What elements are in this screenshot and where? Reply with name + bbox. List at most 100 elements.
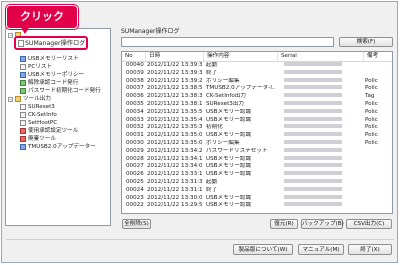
tree-item-label: USBメモリーリスト	[28, 56, 79, 62]
redacted-serial	[284, 108, 342, 113]
cell-datetime: 2012/11/22 13:31:10	[147, 186, 202, 193]
tree-item-operation-log[interactable]: SUManager操作ログ	[14, 36, 88, 50]
table-row[interactable]: 00027 2012/11/22 13:34:00 USBメモリー認識	[122, 163, 392, 171]
exit-button[interactable]: 終了(X)	[348, 244, 392, 255]
collapse-icon[interactable]: −	[8, 96, 13, 102]
table-row[interactable]: 00030 2012/11/22 13:35:02 ポリシー編集 Polic	[122, 140, 392, 148]
tree-item-ck-setinfo[interactable]: CK-SetInfo	[20, 111, 57, 119]
cell-operation: CK-SetInfo出力	[206, 93, 246, 100]
table-row[interactable]: 00032 2012/11/22 13:35:36 初期化 Polic	[122, 124, 392, 132]
delete-all-button[interactable]: 全削除(S)	[122, 219, 151, 229]
table-row[interactable]: 00035 2012/11/22 13:38:11 SUReset3出力 Polic	[122, 101, 392, 109]
column-header-note[interactable]: 備考	[364, 52, 392, 61]
tree-item-label: PCリスト	[28, 64, 53, 70]
tree-item-sethostpc[interactable]: SetHostPC	[20, 119, 57, 127]
cell-datetime: 2012/11/22 13:35:43	[147, 116, 202, 123]
tree-item-usage-approval-tool[interactable]: 使用承認設定ツール	[20, 127, 78, 135]
cell-datetime: 2012/11/22 13:34:13	[147, 155, 202, 162]
column-header-serial[interactable]: Serial	[278, 52, 364, 61]
navigation-tree[interactable]: − USBメモリーリスト PCリスト USBメモリーポリシー 解除承認コード発行…	[5, 28, 111, 226]
redacted-serial	[284, 194, 342, 199]
column-header-no[interactable]: No	[122, 52, 146, 61]
tree-item-tmusb-updater[interactable]: TMUSB2.0アップデーター	[20, 143, 96, 151]
restore-button[interactable]: 復元(R)	[270, 219, 298, 229]
backup-button[interactable]: バックアップ(B)	[301, 219, 344, 229]
cell-note: Polic	[365, 116, 378, 123]
redacted-serial	[284, 147, 342, 152]
cell-operation: ポリシー編集	[206, 77, 240, 84]
tree-item-usb-list[interactable]: USBメモリーリスト	[20, 55, 79, 63]
table-row[interactable]: 00031 2012/11/22 13:35:04 USBメモリー認識 Polic	[122, 132, 392, 140]
cell-note: Polic	[365, 85, 378, 92]
redacted-serial	[284, 186, 342, 191]
cell-operation: USBメモリー認識	[206, 155, 252, 162]
column-header-datetime[interactable]: 日時	[146, 52, 204, 61]
cell-operation: 終了	[206, 186, 218, 193]
table-row[interactable]: 00036 2012/11/22 13:38:30 CK-SetInfo出力 Tag	[122, 93, 392, 101]
search-button[interactable]: 検索(F)	[339, 37, 393, 47]
cell-operation: SUReset3出力	[206, 101, 245, 107]
cell-no: 00033	[126, 116, 144, 123]
cell-operation: USBメモリー認識	[206, 116, 252, 123]
cell-note: Polic	[365, 132, 378, 139]
redacted-serial	[284, 163, 342, 168]
tree-item-label: CK-SetInfo	[28, 112, 57, 118]
manual-button[interactable]: マニュアル(M)	[298, 244, 344, 255]
tree-item-password-reset-code[interactable]: パスワード初期化コード発行	[20, 87, 101, 95]
table-row[interactable]: 00040 2012/11/22 13:39:37 起動	[122, 62, 392, 70]
tree-item-pc-list[interactable]: PCリスト	[20, 63, 52, 71]
cell-datetime: 2012/11/22 13:29:57	[147, 202, 202, 209]
table-row[interactable]: 00022 2012/11/22 13:29:57 USBメモリー認識	[122, 202, 392, 210]
table-row[interactable]: 00026 2012/11/22 13:33:19 USBメモリー認識	[122, 171, 392, 179]
cell-note: Polic	[365, 101, 378, 107]
cell-no: 00032	[126, 124, 144, 131]
cell-operation: ポリシー編集	[206, 140, 240, 146]
cell-datetime: 2012/11/22 13:39:21	[147, 77, 202, 84]
tree-item-label: USBメモリーポリシー	[28, 72, 85, 78]
folder-icon	[15, 96, 21, 102]
table-row[interactable]: 00034 2012/11/22 13:35:53 USBメモリー認識 Polic	[122, 108, 392, 117]
column-header-operation[interactable]: 操作内容	[204, 52, 278, 61]
cell-operation: USBメモリー認識	[206, 163, 252, 170]
divider	[6, 239, 394, 240]
cell-operation: USBメモリー認識	[206, 202, 252, 209]
redacted-serial	[284, 155, 342, 160]
cell-datetime: 2012/11/22 13:35:36	[147, 124, 202, 131]
search-input[interactable]	[121, 37, 334, 47]
tree-group-tool-output[interactable]: − ツール出力	[8, 95, 51, 103]
tree-item-disposal-tool[interactable]: 廃棄ツール	[20, 135, 56, 143]
cell-no: 00027	[126, 163, 144, 170]
cell-datetime: 2012/11/22 13:38:30	[147, 93, 202, 100]
tree-item-unlock-code[interactable]: 解除承認コード発行	[20, 79, 78, 87]
table-row[interactable]: 00033 2012/11/22 13:35:43 USBメモリー認識 Polic	[122, 116, 392, 125]
tree-group-label: ツール出力	[23, 96, 51, 102]
csv-export-button[interactable]: CSV出力(C)	[346, 219, 392, 229]
table-row[interactable]: 00023 2012/11/22 13:30:00 USBメモリー認識	[122, 194, 392, 203]
cell-operation: USBメモリー認識	[206, 171, 252, 178]
redacted-serial	[284, 179, 342, 183]
table-row[interactable]: 00037 2012/11/22 13:38:59 TMUSB2.0アップデータ-I…	[122, 85, 392, 93]
tree-item-label: SUReset3	[28, 104, 55, 110]
tree-item-label: SUManager操作ログ	[25, 40, 86, 47]
cell-no: 00028	[126, 155, 144, 162]
table-row[interactable]: 00038 2012/11/22 13:39:21 ポリシー編集 Polic	[122, 77, 392, 86]
table-row[interactable]: 00029 2012/11/22 13:34:26 パスワードリスナセット	[122, 147, 392, 156]
cell-operation: USBメモリー認識	[206, 194, 252, 201]
cell-datetime: 2012/11/22 13:35:53	[147, 108, 202, 115]
cell-datetime: 2012/11/22 13:35:04	[147, 132, 202, 139]
about-product-button[interactable]: 製品版について(W)	[233, 244, 293, 255]
table-row[interactable]: 00024 2012/11/22 13:31:10 終了	[122, 186, 392, 195]
tree-item-sureset3[interactable]: SUReset3	[20, 103, 55, 111]
callout-pointer	[20, 26, 30, 34]
operation-log-table[interactable]: No 日時 操作内容 Serial 備考 00040 2012/11/22 13:…	[121, 51, 393, 214]
cell-datetime: 2012/11/22 13:35:02	[147, 140, 202, 146]
collapse-icon[interactable]: −	[8, 32, 13, 38]
pc-icon	[20, 64, 26, 70]
tree-item-label: SetHostPC	[28, 120, 58, 126]
table-row[interactable]: 00025 2012/11/22 13:31:35 起動	[122, 179, 392, 187]
table-row[interactable]: 00028 2012/11/22 13:34:13 USBメモリー認識	[122, 155, 392, 164]
click-callout: クリック	[6, 5, 78, 29]
cell-operation: USBメモリー認識	[206, 132, 252, 139]
tree-item-usb-policy[interactable]: USBメモリーポリシー	[20, 71, 84, 79]
table-row[interactable]: 00039 2012/11/22 13:39:35 終了	[122, 69, 392, 78]
